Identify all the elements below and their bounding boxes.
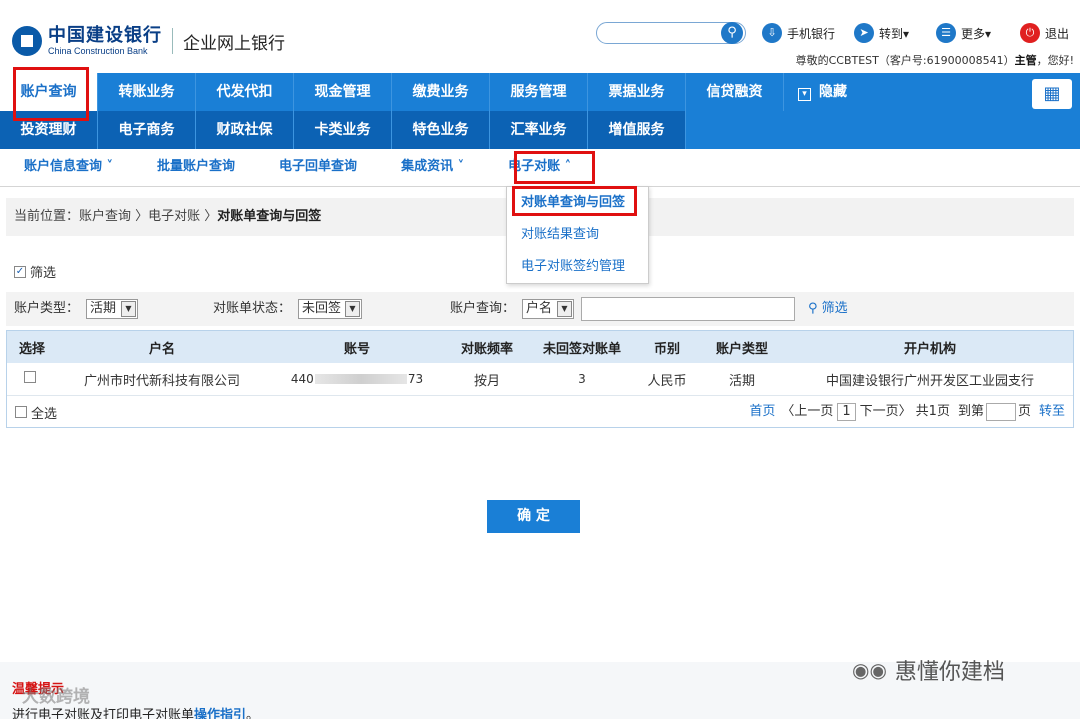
guide-link[interactable]: 操作指引 bbox=[194, 708, 246, 719]
cell-type: 活期 bbox=[728, 373, 755, 389]
nav-ecommerce[interactable]: 电子商务 bbox=[98, 111, 196, 149]
search-icon[interactable]: ⚲ bbox=[721, 22, 743, 44]
table-row[interactable]: 广州市时代新科技有限公司 440 73 按月 3 人民币 活期 中国建设银行广州开… bbox=[7, 363, 1073, 395]
nav-credit[interactable]: 信贷融资 bbox=[686, 73, 784, 111]
pager-goto-label: 到第 bbox=[957, 404, 984, 419]
highlight-e-reconciliation bbox=[514, 151, 595, 184]
col-frequency: 对账频率 bbox=[460, 341, 513, 357]
logo-cn-text: 中国建设银行 bbox=[48, 24, 162, 46]
query-label: 账户查询： bbox=[450, 301, 516, 316]
nav-exchange[interactable]: 汇率业务 bbox=[490, 111, 588, 149]
pager-first[interactable]: 首页 bbox=[749, 396, 775, 428]
filter-button[interactable]: ⚲ 筛选 bbox=[808, 292, 848, 326]
col-currency: 币别 bbox=[653, 341, 680, 357]
nav-payroll[interactable]: 代发代扣 bbox=[196, 73, 294, 111]
status-label: 对账单状态： bbox=[213, 301, 292, 316]
subnav-e-receipt[interactable]: 电子回单查询 bbox=[257, 149, 379, 187]
dropdown-result-query[interactable]: 对账结果查询 bbox=[507, 219, 648, 251]
pager-current: 1 bbox=[837, 403, 856, 421]
highlight-account-query bbox=[13, 67, 89, 121]
list-icon: ☰ bbox=[936, 23, 956, 43]
col-select: 选择 bbox=[18, 341, 45, 357]
app-subtitle: 企业网上银行 bbox=[183, 33, 285, 54]
wechat-icon: ◉◉ bbox=[852, 658, 887, 682]
cell-name: 广州市时代新科技有限公司 bbox=[83, 373, 240, 389]
status-select[interactable]: 未回签 ▼ bbox=[298, 299, 362, 319]
bank-logo: 中国建设银行 China Construction Bank 企业网上银行 bbox=[12, 26, 285, 56]
more-menu[interactable]: ☰ 更多▾ bbox=[936, 22, 991, 44]
pager-next[interactable]: 下一页〉 bbox=[860, 396, 912, 428]
mobile-bank-link[interactable]: ⇩ 手机银行 bbox=[762, 22, 835, 44]
logo-divider bbox=[172, 28, 173, 54]
nav-cash-management[interactable]: 现金管理 bbox=[294, 73, 392, 111]
highlight-statement-query bbox=[512, 186, 637, 216]
filter-toggle[interactable]: ✓ 筛选 bbox=[14, 262, 56, 281]
power-icon: ⏻ bbox=[1020, 23, 1040, 43]
app-grid-icon[interactable]: ▦ bbox=[1032, 79, 1072, 109]
table-footer: 全选 首页 〈上一页 1 下一页〉 共1页 到第 页 转至 bbox=[7, 395, 1073, 427]
nav-hide-toggle[interactable]: ▾ 隐藏 bbox=[784, 73, 894, 111]
collapse-icon: ▾ bbox=[798, 88, 811, 101]
logo-en-text: China Construction Bank bbox=[48, 45, 148, 56]
cell-unsigned: 3 bbox=[578, 372, 586, 386]
statement-table: 选择 户名 账号 对账频率 未回签对账单 币别 账户类型 开户机构 广州市时代新… bbox=[6, 330, 1074, 428]
pager-goto-input[interactable] bbox=[985, 403, 1016, 421]
arrow-right-icon: ➤ bbox=[854, 23, 874, 43]
pager-total: 共1页 bbox=[915, 404, 950, 419]
download-icon: ⇩ bbox=[762, 23, 782, 43]
main-nav: 账户查询 转账业务 代发代扣 现金管理 缴费业务 服务管理 票据业务 信贷融资 … bbox=[0, 73, 1080, 149]
col-branch: 开户机构 bbox=[903, 341, 956, 357]
nav-bill-payment[interactable]: 缴费业务 bbox=[392, 73, 490, 111]
search-icon: ⚲ bbox=[808, 301, 818, 316]
dropdown-contract-management[interactable]: 电子对账签约管理 bbox=[507, 251, 648, 283]
col-name: 户名 bbox=[148, 341, 175, 357]
breadcrumb-current: 对账单查询与回签 bbox=[217, 209, 322, 224]
nav-social-security[interactable]: 财政社保 bbox=[196, 111, 294, 149]
col-unsigned: 未回签对账单 bbox=[542, 341, 621, 357]
row-checkbox[interactable] bbox=[24, 371, 36, 383]
main-nav-row-1: 账户查询 转账业务 代发代扣 现金管理 缴费业务 服务管理 票据业务 信贷融资 … bbox=[0, 73, 894, 111]
nav-special-business[interactable]: 特色业务 bbox=[392, 111, 490, 149]
nav-transfer[interactable]: 转账业务 bbox=[98, 73, 196, 111]
filter-bar: 账户类型： 活期 ▼ 对账单状态： 未回签 ▼ 账户查询： 户名 ▼ ⚲ 筛选 bbox=[6, 292, 1074, 326]
subnav-integrated-info[interactable]: 集成资讯 ˅ bbox=[379, 149, 486, 187]
wechat-account: ◉◉ 惠懂你建档 bbox=[852, 658, 1005, 685]
cell-currency: 人民币 bbox=[647, 373, 687, 389]
account-type-label: 账户类型： bbox=[14, 301, 80, 316]
col-type: 账户类型 bbox=[715, 341, 768, 357]
watermark-text: 大数跨境 bbox=[22, 687, 90, 707]
subnav-account-info[interactable]: 账户信息查询 ˅ bbox=[0, 149, 135, 187]
nav-service-management[interactable]: 服务管理 bbox=[490, 73, 588, 111]
logout-button[interactable]: ⏻ 退出 bbox=[1020, 22, 1069, 44]
pager-go-button[interactable]: 转至 bbox=[1039, 396, 1065, 428]
main-nav-row-2: 投资理财 电子商务 财政社保 卡类业务 特色业务 汇率业务 增值服务 bbox=[0, 111, 686, 149]
ccb-logo-icon bbox=[12, 26, 42, 56]
dropdown-arrow-icon: ▼ bbox=[557, 301, 572, 317]
subnav-batch-query[interactable]: 批量账户查询 bbox=[135, 149, 257, 187]
pagination: 首页 〈上一页 1 下一页〉 共1页 到第 页 转至 bbox=[749, 396, 1065, 428]
header: 中国建设银行 China Construction Bank 企业网上银行 ⚲ … bbox=[0, 0, 1080, 70]
table-header: 选择 户名 账号 对账频率 未回签对账单 币别 账户类型 开户机构 bbox=[7, 331, 1073, 363]
dropdown-arrow-icon: ▼ bbox=[121, 301, 136, 317]
pager-prev[interactable]: 〈上一页 bbox=[781, 396, 833, 428]
cell-branch: 中国建设银行广州开发区工业园支行 bbox=[825, 373, 1034, 389]
filter-checkbox[interactable]: ✓ bbox=[14, 265, 26, 278]
cell-account: 440 73 bbox=[290, 372, 424, 386]
welcome-text: 尊敬的CCBTEST（客户号:61900008541）主管，您好! bbox=[795, 54, 1074, 67]
dropdown-arrow-icon: ▼ bbox=[345, 301, 360, 317]
account-mask bbox=[314, 374, 407, 384]
nav-notes[interactable]: 票据业务 bbox=[588, 73, 686, 111]
query-field-select[interactable]: 户名 ▼ bbox=[522, 299, 574, 319]
select-all-checkbox[interactable] bbox=[15, 406, 27, 418]
nav-card-business[interactable]: 卡类业务 bbox=[294, 111, 392, 149]
confirm-button[interactable]: 确 定 bbox=[487, 500, 580, 533]
select-all[interactable]: 全选 bbox=[15, 396, 57, 428]
account-query-input[interactable] bbox=[581, 297, 795, 321]
col-account: 账号 bbox=[343, 341, 370, 357]
nav-value-added[interactable]: 增值服务 bbox=[588, 111, 686, 149]
account-type-select[interactable]: 活期 ▼ bbox=[86, 299, 138, 319]
goto-menu[interactable]: ➤ 转到▾ bbox=[854, 22, 909, 44]
cell-frequency: 按月 bbox=[473, 373, 500, 389]
